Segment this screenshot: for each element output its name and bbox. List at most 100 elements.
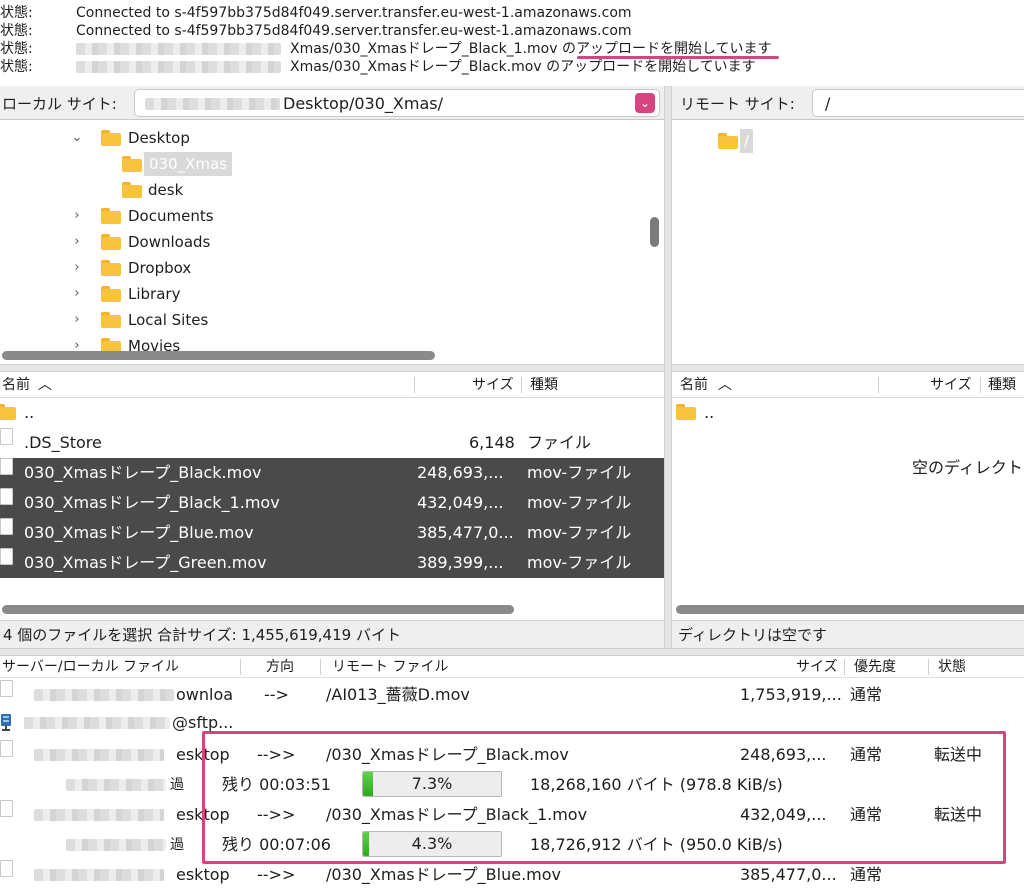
- remote-list-header: 名前 ︿ サイズ 種類: [672, 372, 1024, 398]
- tree-item-dropbox[interactable]: › Dropbox: [0, 256, 650, 280]
- column-header-status[interactable]: 状態: [938, 656, 966, 678]
- blurred-path: [76, 61, 281, 73]
- queue-item[interactable]: esktop -->> /030_Xmasドレープ_Blue.mov 385,4…: [0, 860, 1024, 890]
- tree-item-downloads[interactable]: › Downloads: [0, 230, 650, 254]
- file-icon: [0, 458, 13, 475]
- blurred-path: [34, 689, 174, 701]
- file-icon: [0, 680, 13, 697]
- file-row-selected[interactable]: 030_Xmasドレープ_Green.mov 389,399,... mov-フ…: [0, 548, 664, 578]
- folder-icon: [676, 404, 696, 420]
- chevron-right-icon[interactable]: ›: [70, 204, 84, 228]
- local-status-bar: 4 個のファイルを選択 合計サイズ: 1,455,619,419 バイト: [0, 620, 664, 648]
- local-site-label: ローカル サイト:: [2, 95, 117, 113]
- chevron-down-icon[interactable]: ⌄: [635, 93, 655, 113]
- file-row[interactable]: .DS_Store 6,148 ファイル: [0, 428, 664, 458]
- pane-splitter[interactable]: [0, 648, 1024, 656]
- file-row-selected[interactable]: 030_Xmasドレープ_Blue.mov 385,477,0... mov-フ…: [0, 518, 664, 548]
- file-icon: [0, 428, 13, 445]
- chevron-right-icon[interactable]: ›: [70, 256, 84, 280]
- highlight-box: [202, 731, 1006, 864]
- column-header-size[interactable]: サイズ: [930, 372, 972, 398]
- tree-item-desktop[interactable]: ⌄ Desktop: [0, 126, 650, 150]
- pane-splitter[interactable]: [672, 364, 1024, 372]
- folder-icon: [101, 234, 121, 250]
- file-row-parent[interactable]: ..: [672, 398, 1024, 428]
- blurred-path: [34, 749, 164, 761]
- pane-splitter[interactable]: [664, 86, 672, 648]
- folder-icon: [101, 286, 121, 302]
- tree-item-local-sites[interactable]: › Local Sites: [0, 308, 650, 332]
- file-icon: [0, 740, 13, 757]
- tree-item-030-xmas[interactable]: 030_Xmas: [0, 152, 650, 176]
- column-header-type[interactable]: 種類: [530, 372, 558, 398]
- local-file-list: 名前 ︿ サイズ 種類 .. .DS_Store 6,148 ファイル 030_…: [0, 372, 664, 620]
- list-horizontal-scrollbar[interactable]: [676, 605, 1024, 614]
- blurred-path: [34, 869, 164, 881]
- chevron-right-icon[interactable]: ›: [70, 308, 84, 332]
- chevron-right-icon[interactable]: ›: [70, 230, 84, 254]
- remote-site-bar: リモート サイト: /: [672, 86, 1024, 120]
- folder-icon: [0, 404, 16, 420]
- chevron-right-icon[interactable]: ›: [70, 282, 84, 306]
- folder-icon: [101, 130, 121, 146]
- tree-horizontal-scrollbar[interactable]: [2, 351, 435, 360]
- sort-ascending-icon[interactable]: ︿: [718, 372, 732, 398]
- remote-site-label: リモート サイト:: [680, 95, 795, 113]
- column-header-server-local[interactable]: サーバー/ローカル ファイル: [2, 656, 179, 678]
- column-header-size[interactable]: サイズ: [472, 372, 514, 398]
- folder-icon: [122, 156, 142, 172]
- local-site-bar: ローカル サイト: Desktop/030_Xmas/ ⌄: [0, 86, 664, 120]
- empty-directory-text: 空のディレクト: [912, 458, 1023, 477]
- list-horizontal-scrollbar[interactable]: [2, 605, 514, 614]
- column-separator[interactable]: [878, 377, 879, 393]
- local-tree: ⌄ Desktop 030_Xmas desk › Documents › Do…: [0, 121, 664, 364]
- remote-site-path-input[interactable]: /: [812, 89, 1024, 117]
- column-separator[interactable]: [980, 377, 981, 393]
- blurred-path: [76, 43, 281, 55]
- file-icon: [0, 800, 13, 817]
- tree-item-documents[interactable]: › Documents: [0, 204, 650, 228]
- local-list-header: 名前 ︿ サイズ 種類: [0, 372, 664, 398]
- tree-vertical-scrollbar[interactable]: [650, 217, 659, 247]
- remote-status-bar: ディレクトリは空です: [672, 620, 1024, 648]
- queue-item[interactable]: ownloa --> /AI013_薔薇D.mov 1,753,919,... …: [0, 680, 1024, 710]
- tree-item-desk[interactable]: desk: [0, 178, 650, 202]
- folder-icon: [718, 133, 738, 149]
- column-header-type[interactable]: 種類: [988, 372, 1016, 398]
- blurred-elapsed: [66, 779, 166, 791]
- blurred-host: [24, 717, 170, 729]
- column-separator[interactable]: [414, 377, 415, 393]
- column-separator[interactable]: [320, 659, 321, 675]
- chevron-down-icon[interactable]: ⌄: [70, 126, 84, 150]
- blurred-path: [34, 809, 164, 821]
- blurred-path: [145, 98, 280, 110]
- remote-tree: /: [672, 121, 1024, 364]
- tree-item-root[interactable]: /: [672, 129, 1024, 153]
- column-header-name[interactable]: 名前: [680, 372, 708, 398]
- column-separator[interactable]: [521, 377, 522, 393]
- column-header-size[interactable]: サイズ: [796, 656, 838, 678]
- folder-icon: [101, 312, 121, 328]
- remote-file-list: 名前 ︿ サイズ 種類 .. 空のディレクト: [672, 372, 1024, 620]
- column-header-priority[interactable]: 優先度: [854, 656, 896, 678]
- queue-header: サーバー/ローカル ファイル 方向 リモート ファイル サイズ 優先度 状態: [0, 656, 1024, 678]
- file-row-selected[interactable]: 030_Xmasドレープ_Black.mov 248,693,... mov-フ…: [0, 458, 664, 488]
- blurred-elapsed: [66, 839, 166, 851]
- file-icon: [0, 518, 13, 535]
- column-separator[interactable]: [844, 659, 845, 675]
- column-separator[interactable]: [240, 659, 241, 675]
- tree-item-library[interactable]: › Library: [0, 282, 650, 306]
- column-separator[interactable]: [928, 659, 929, 675]
- file-row-parent[interactable]: ..: [0, 398, 664, 428]
- local-site-path-input[interactable]: Desktop/030_Xmas/ ⌄: [134, 89, 660, 117]
- column-header-remote[interactable]: リモート ファイル: [332, 656, 448, 678]
- file-icon: [0, 860, 13, 877]
- file-row-selected[interactable]: 030_Xmasドレープ_Black_1.mov 432,049,... mov…: [0, 488, 664, 518]
- folder-icon: [101, 260, 121, 276]
- sort-ascending-icon[interactable]: ︿: [38, 372, 52, 398]
- column-header-direction[interactable]: 方向: [266, 656, 294, 678]
- pane-splitter[interactable]: [0, 364, 664, 372]
- column-header-name[interactable]: 名前: [2, 372, 30, 398]
- folder-icon: [101, 208, 121, 224]
- server-icon: [0, 711, 14, 731]
